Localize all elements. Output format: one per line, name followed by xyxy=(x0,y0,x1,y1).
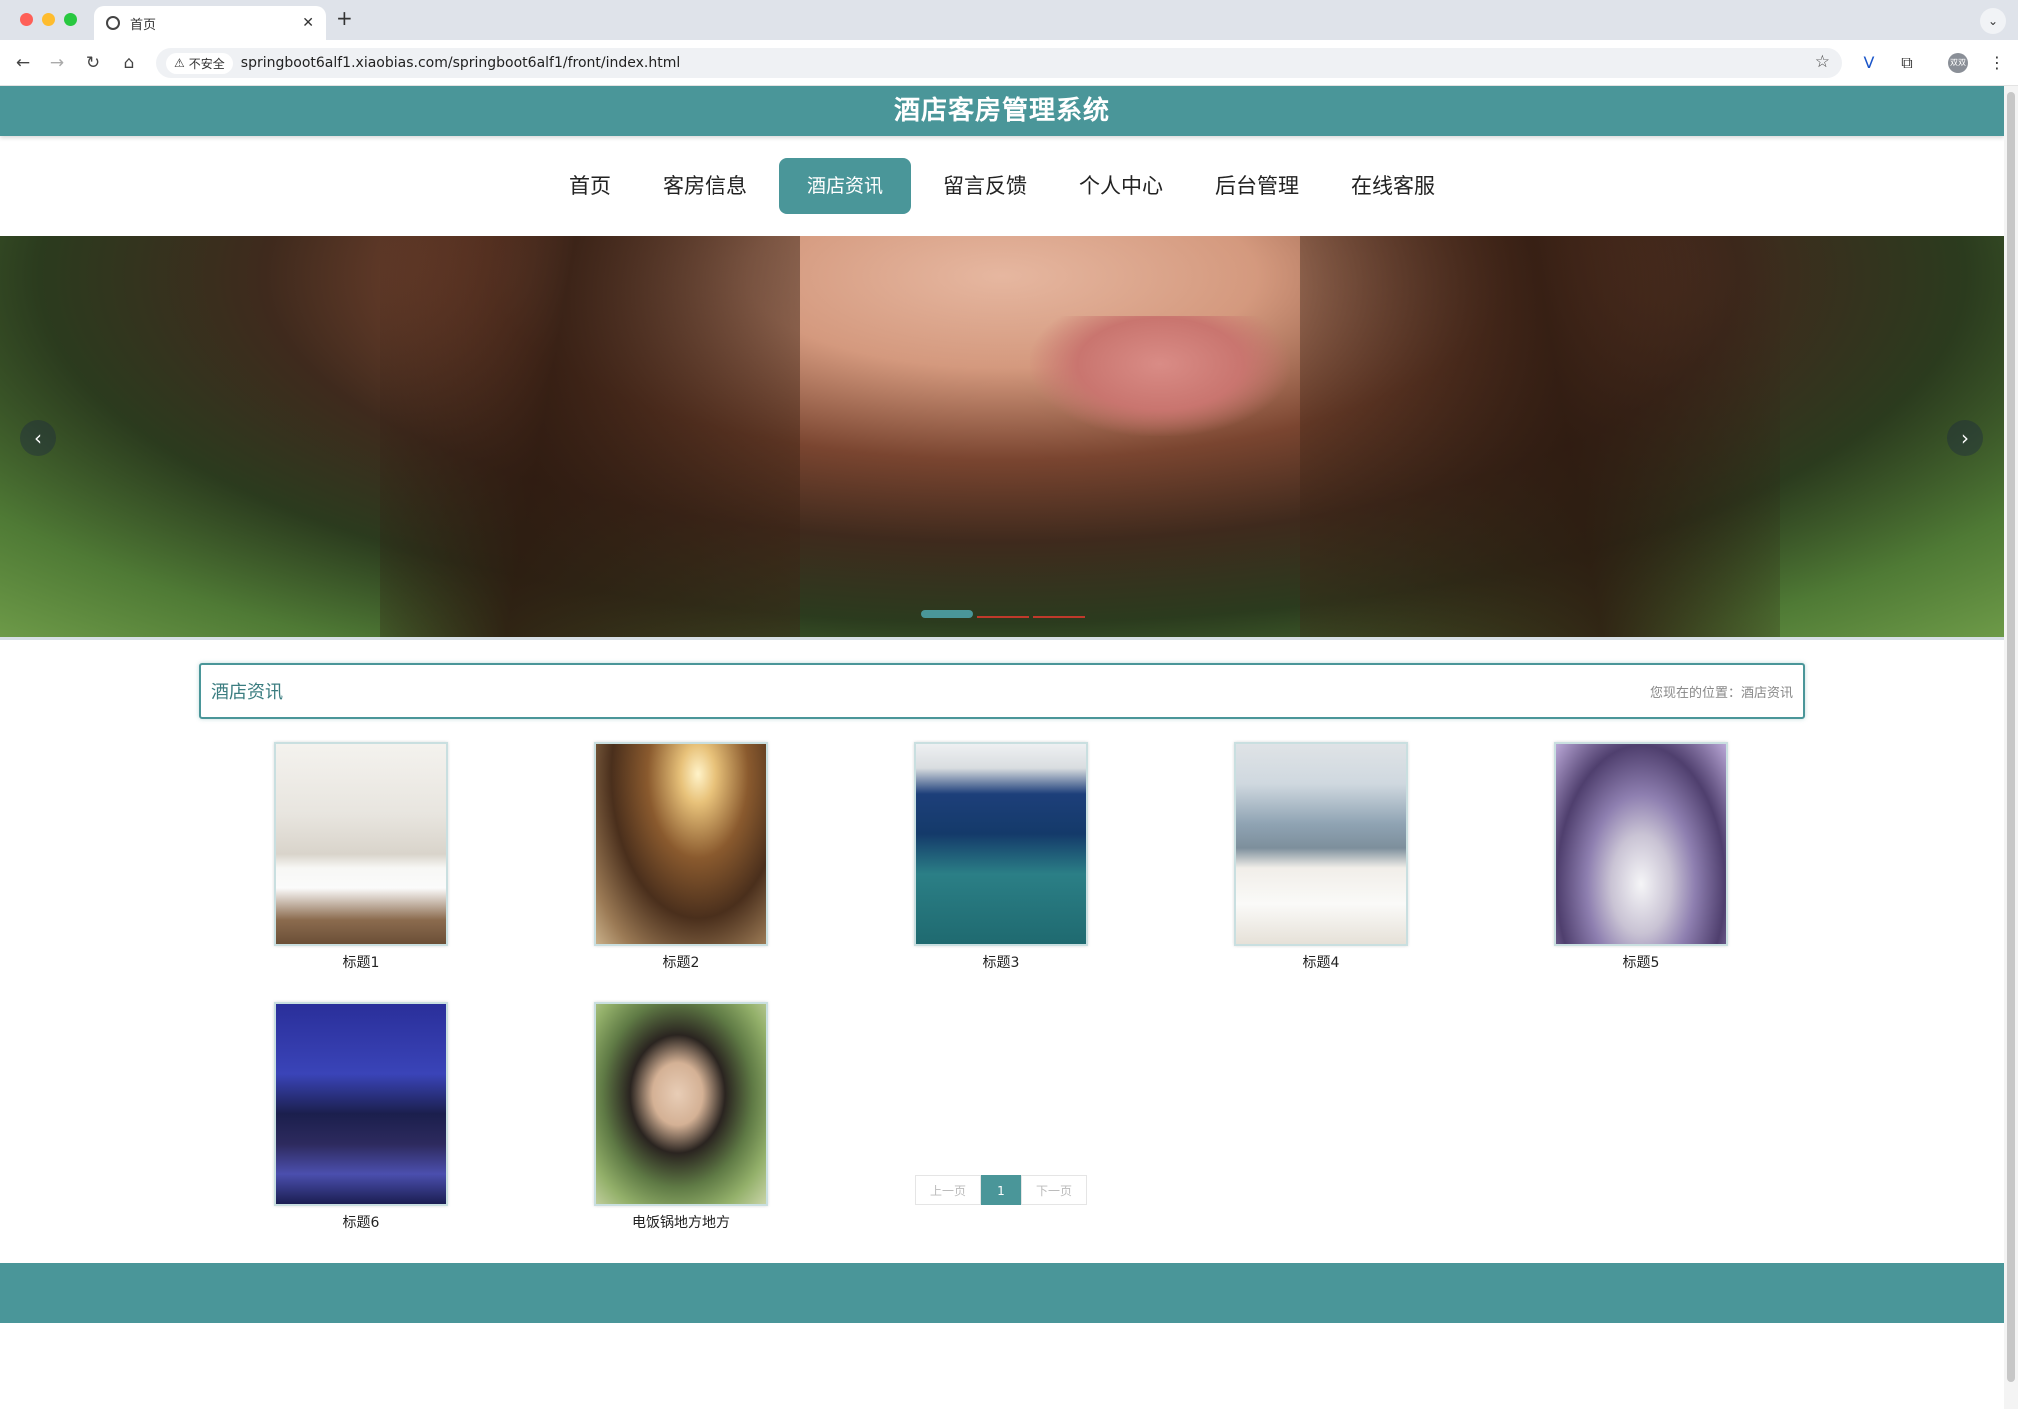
carousel-indicators xyxy=(921,610,1085,618)
news-caption[interactable]: 标题3 xyxy=(914,952,1088,972)
window-controls xyxy=(20,13,77,26)
news-caption[interactable]: 电饭锅地方地方 xyxy=(594,1212,768,1232)
nav-item-feedback[interactable]: 留言反馈 xyxy=(923,158,1047,214)
pagination: 上一页 1 下一页 xyxy=(915,1175,1087,1205)
profile-avatar[interactable]: 双双 xyxy=(1948,53,1968,73)
section-divider xyxy=(0,637,2004,647)
close-window-button[interactable] xyxy=(20,13,33,26)
news-image-bathtub-suite[interactable] xyxy=(1554,742,1728,946)
carousel-indicator-1[interactable] xyxy=(921,610,973,618)
extensions-puzzle-icon[interactable]: ⧉ xyxy=(1894,50,1920,76)
new-tab-button[interactable]: + xyxy=(336,6,353,30)
news-caption[interactable]: 标题1 xyxy=(274,952,448,972)
browser-tab-bar: 首页 ✕ + ⌄ xyxy=(0,0,2018,40)
section-title: 酒店资讯 xyxy=(211,682,283,703)
warning-icon: ⚠ xyxy=(174,56,185,70)
browser-tab[interactable]: 首页 ✕ xyxy=(94,6,326,40)
reload-icon[interactable]: ↻ xyxy=(80,50,106,76)
main-nav: 首页 客房信息 酒店资讯 留言反馈 个人中心 后台管理 在线客服 xyxy=(0,136,2004,236)
carousel-indicator-3[interactable] xyxy=(1033,610,1085,618)
tab-search-chevron-icon[interactable]: ⌄ xyxy=(1980,8,2006,34)
zoom-window-button[interactable] xyxy=(64,13,77,26)
news-card[interactable]: 标题5 xyxy=(1554,742,1728,972)
banner-carousel: ‹ › xyxy=(0,236,2004,637)
news-image-portrait[interactable] xyxy=(594,1002,768,1206)
news-card[interactable]: 标题4 xyxy=(1234,742,1408,972)
news-card[interactable]: 标题6 xyxy=(274,1002,448,1232)
tab-title: 首页 xyxy=(130,17,157,33)
site-title: 酒店客房管理系统 xyxy=(0,86,2004,136)
carousel-next-icon[interactable]: › xyxy=(1947,420,1983,456)
nav-item-personal-center[interactable]: 个人中心 xyxy=(1059,158,1183,214)
nav-item-home[interactable]: 首页 xyxy=(549,158,631,214)
nav-item-admin[interactable]: 后台管理 xyxy=(1195,158,1319,214)
browser-toolbar: ← → ↻ ⌂ ⚠ 不安全 springboot6alf1.xiaobias.c… xyxy=(0,40,2018,86)
news-card[interactable]: 标题1 xyxy=(274,742,448,972)
page-1-button[interactable]: 1 xyxy=(981,1175,1021,1205)
url-text[interactable]: springboot6alf1.xiaobias.com/springboot6… xyxy=(241,55,680,71)
scrollbar-thumb[interactable] xyxy=(2007,92,2015,1382)
forward-arrow-icon[interactable]: → xyxy=(44,50,70,76)
globe-icon xyxy=(106,16,120,30)
bookmark-star-icon[interactable]: ☆ xyxy=(1815,52,1830,72)
breadcrumb-prefix: 您现在的位置： xyxy=(1649,685,1741,701)
carousel-indicator-2[interactable] xyxy=(977,610,1029,618)
section-header: 酒店资讯 您现在的位置：酒店资讯 xyxy=(199,663,1805,719)
news-card[interactable]: 标题3 xyxy=(914,742,1088,972)
page-scrollbar[interactable] xyxy=(2004,86,2018,1409)
news-caption[interactable]: 标题5 xyxy=(1554,952,1728,972)
news-caption[interactable]: 标题6 xyxy=(274,1212,448,1232)
extension-v-icon[interactable]: V xyxy=(1856,50,1882,76)
banner-image-hair-right xyxy=(1300,236,1780,637)
news-image-city-night[interactable] xyxy=(274,1002,448,1206)
carousel-prev-icon[interactable]: ‹ xyxy=(20,420,56,456)
browser-menu-icon[interactable]: ⋮ xyxy=(1984,50,2010,76)
news-image-banquet-hall[interactable] xyxy=(594,742,768,946)
banner-image-hair-left xyxy=(380,236,800,637)
prev-page-button[interactable]: 上一页 xyxy=(915,1175,981,1205)
news-card[interactable]: 标题2 xyxy=(594,742,768,972)
news-image-ocean-view-room[interactable] xyxy=(914,742,1088,946)
address-bar[interactable]: ⚠ 不安全 springboot6alf1.xiaobias.com/sprin… xyxy=(156,48,1842,78)
site-footer xyxy=(0,1263,2004,1323)
news-image-city-view-room[interactable] xyxy=(1234,742,1408,946)
news-image-bedroom[interactable] xyxy=(274,742,448,946)
home-icon[interactable]: ⌂ xyxy=(116,50,142,76)
banner-image-smile xyxy=(1030,316,1290,436)
insecure-label: 不安全 xyxy=(188,56,225,71)
news-caption[interactable]: 标题2 xyxy=(594,952,768,972)
close-tab-icon[interactable]: ✕ xyxy=(302,15,314,31)
news-caption[interactable]: 标题4 xyxy=(1234,952,1408,972)
security-indicator[interactable]: ⚠ 不安全 xyxy=(166,52,233,74)
news-card[interactable]: 电饭锅地方地方 xyxy=(594,1002,768,1232)
nav-item-hotel-news[interactable]: 酒店资讯 xyxy=(779,158,911,214)
breadcrumb-current[interactable]: 酒店资讯 xyxy=(1741,686,1793,701)
minimize-window-button[interactable] xyxy=(42,13,55,26)
nav-item-rooms[interactable]: 客房信息 xyxy=(643,158,767,214)
breadcrumb: 您现在的位置：酒店资讯 xyxy=(1650,682,1793,701)
nav-item-online-service[interactable]: 在线客服 xyxy=(1331,158,1455,214)
back-arrow-icon[interactable]: ← xyxy=(10,50,36,76)
next-page-button[interactable]: 下一页 xyxy=(1021,1175,1087,1205)
